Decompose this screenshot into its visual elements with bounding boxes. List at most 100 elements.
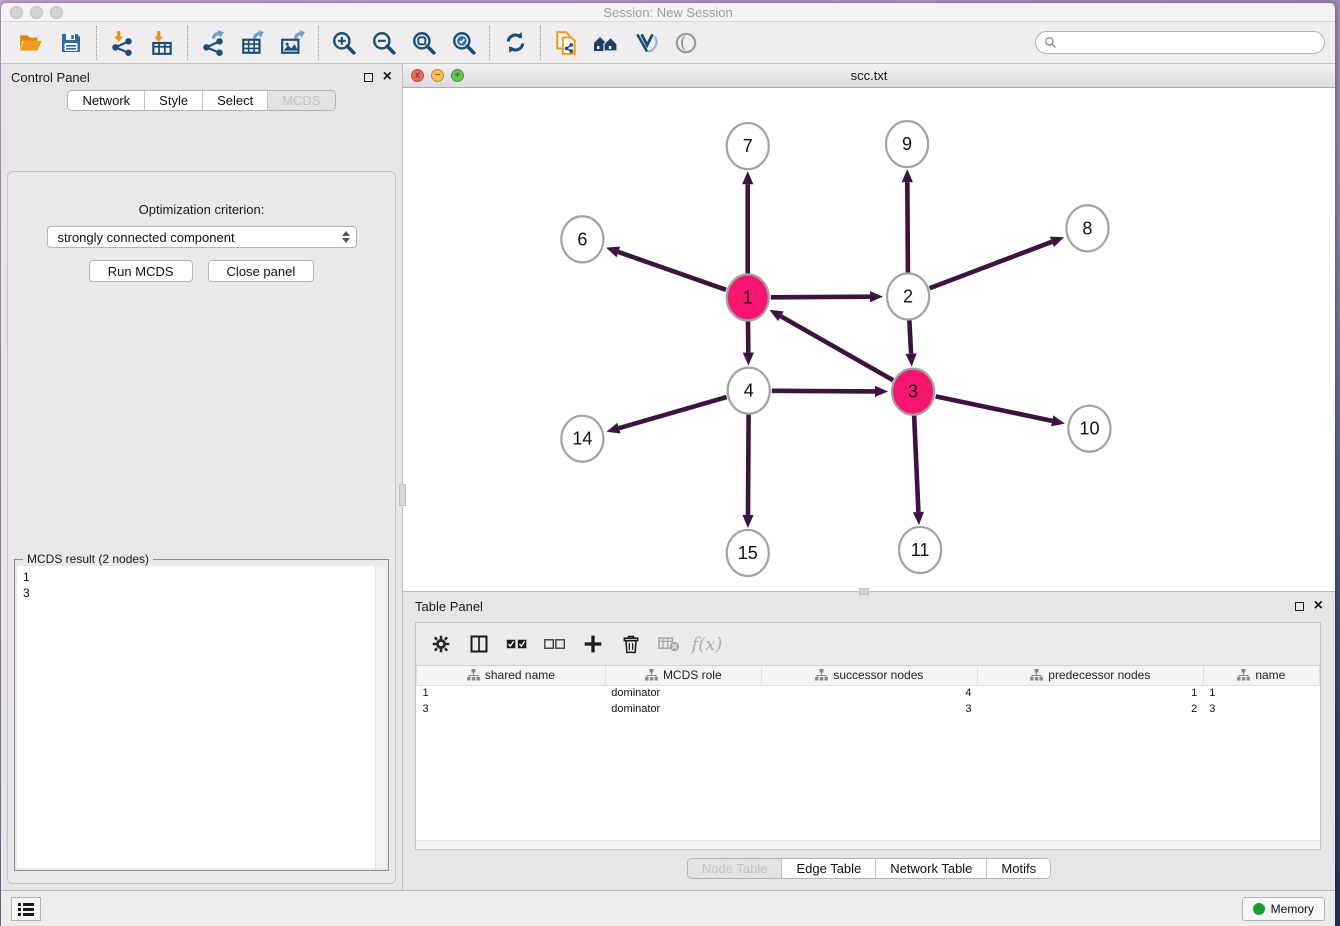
column-header-name[interactable]: name <box>1203 666 1319 685</box>
column-header-shared-name[interactable]: shared name <box>417 666 606 685</box>
graph-edge-2-8[interactable] <box>930 242 1052 288</box>
function-builder-button[interactable]: f(x) <box>692 629 722 659</box>
column-header-MCDS-role[interactable]: MCDS role <box>605 666 761 685</box>
save-floppy-icon <box>59 31 83 55</box>
tab-edge-table[interactable]: Edge Table <box>782 859 876 878</box>
delete-table-icon <box>658 635 680 653</box>
show-column-button[interactable] <box>464 629 494 659</box>
mcds-result-scrollbar[interactable] <box>375 566 386 868</box>
table-cell[interactable]: 1 <box>1203 685 1319 701</box>
graph-edge-2-3[interactable] <box>909 319 911 353</box>
network-canvas[interactable]: 7968124314101511 <box>403 88 1335 591</box>
close-panel-icon[interactable]: × <box>383 72 392 82</box>
table-cell[interactable]: 4 <box>761 685 977 701</box>
graph-edge-4-14[interactable] <box>619 397 727 428</box>
select-stepper-icon <box>342 231 350 243</box>
tab-style[interactable]: Style <box>145 91 203 110</box>
table-cell[interactable]: 1 <box>977 685 1203 701</box>
graph-edge-4-3[interactable] <box>772 391 875 392</box>
tab-node-table[interactable]: Node Table <box>688 859 783 878</box>
import-network-button[interactable] <box>102 25 142 61</box>
column-header-successor-nodes[interactable]: successor nodes <box>761 666 977 685</box>
graph-edge-3-1[interactable] <box>781 316 893 380</box>
export-image-icon <box>280 30 306 56</box>
import-table-button[interactable] <box>142 25 182 61</box>
minimize-window-button[interactable] <box>30 6 43 19</box>
table-cell[interactable]: 3 <box>1203 701 1319 717</box>
delete-table-button[interactable] <box>654 629 684 659</box>
float-table-panel-icon[interactable] <box>1295 602 1304 611</box>
trash-icon <box>622 634 640 654</box>
zoom-in-button[interactable] <box>324 25 364 61</box>
network-close-button[interactable]: x <box>411 69 424 82</box>
status-bar: Memory <box>1 890 1335 926</box>
table-cell[interactable]: dominator <box>605 685 761 701</box>
task-history-button[interactable] <box>11 897 41 921</box>
tab-network-table[interactable]: Network Table <box>876 859 987 878</box>
table-cell[interactable]: 2 <box>977 701 1203 717</box>
close-table-panel-icon[interactable]: × <box>1314 601 1323 611</box>
close-window-button[interactable] <box>10 6 23 19</box>
title-bar: Session: New Session <box>1 3 1335 22</box>
table-row[interactable]: 1dominator411 <box>417 685 1320 701</box>
open-file-button[interactable] <box>11 25 51 61</box>
delete-row-button[interactable] <box>616 629 646 659</box>
table-cell[interactable]: 1 <box>417 685 606 701</box>
table-settings-button[interactable] <box>426 629 456 659</box>
zoom-fit-button[interactable] <box>404 25 444 61</box>
zoom-selected-button[interactable] <box>444 25 484 61</box>
refresh-button[interactable] <box>495 25 535 61</box>
show-graphics-details-button[interactable] <box>666 25 706 61</box>
table-hscrollbar[interactable] <box>416 840 1320 849</box>
tab-mcds[interactable]: MCDS <box>268 91 334 110</box>
clone-network-icon <box>553 30 579 56</box>
network-minimize-button[interactable]: − <box>431 69 444 82</box>
export-network-button[interactable] <box>193 25 233 61</box>
graph-edge-2-9[interactable] <box>907 182 908 273</box>
network-graph[interactable]: 7968124314101511 <box>403 88 1335 593</box>
select-all-button[interactable] <box>502 629 532 659</box>
graph-node-label: 4 <box>744 381 754 401</box>
zoom-out-button[interactable] <box>364 25 404 61</box>
table-row[interactable]: 3dominator323 <box>417 701 1320 717</box>
close-panel-button[interactable]: Close panel <box>208 260 315 282</box>
tab-motifs[interactable]: Motifs <box>987 859 1050 878</box>
table-cell[interactable]: 3 <box>761 701 977 717</box>
export-image-button[interactable] <box>273 25 313 61</box>
deselect-all-button[interactable] <box>540 629 570 659</box>
network-maximize-button[interactable]: + <box>451 69 464 82</box>
show-hide-style-button[interactable] <box>626 25 666 61</box>
fx-icon: f(x) <box>692 634 723 655</box>
vertical-splitter-grip[interactable] <box>399 484 406 506</box>
table-panel: Table Panel × <box>403 592 1335 890</box>
first-neighbors-button[interactable] <box>586 25 626 61</box>
table-cell[interactable]: 3 <box>417 701 606 717</box>
tab-select[interactable]: Select <box>203 91 268 110</box>
mcds-result-text[interactable]: 13 <box>17 566 386 868</box>
task-list-icon <box>18 902 34 916</box>
node-table[interactable]: shared nameMCDS rolesuccessor nodesprede… <box>416 666 1320 717</box>
maximize-window-button[interactable] <box>50 6 63 19</box>
graph-edge-3-10[interactable] <box>936 396 1053 421</box>
graph-edge-3-11[interactable] <box>914 415 918 512</box>
table-cell[interactable]: dominator <box>605 701 761 717</box>
export-table-button[interactable] <box>233 25 273 61</box>
criterion-select[interactable]: strongly connected component <box>47 226 357 248</box>
table-panel-title: Table Panel <box>415 599 483 614</box>
tab-network[interactable]: Network <box>68 91 145 110</box>
mcds-panel: Optimization criterion: strongly connect… <box>7 171 396 884</box>
add-row-button[interactable] <box>578 629 608 659</box>
run-mcds-button[interactable]: Run MCDS <box>89 260 193 282</box>
search-input[interactable] <box>1062 36 1316 50</box>
graph-edge-1-2[interactable] <box>771 297 870 298</box>
graph-edge-1-6[interactable] <box>618 252 726 290</box>
float-panel-icon[interactable] <box>364 73 373 82</box>
save-session-button[interactable] <box>51 25 91 61</box>
network-window-titlebar: x − + scc.txt <box>403 64 1335 88</box>
search-field[interactable] <box>1035 31 1325 54</box>
horizontal-splitter-grip[interactable] <box>859 588 869 595</box>
memory-button[interactable]: Memory <box>1242 897 1325 921</box>
graph-edge-4-15[interactable] <box>748 414 749 515</box>
clone-network-button[interactable] <box>546 25 586 61</box>
column-header-predecessor-nodes[interactable]: predecessor nodes <box>977 666 1203 685</box>
